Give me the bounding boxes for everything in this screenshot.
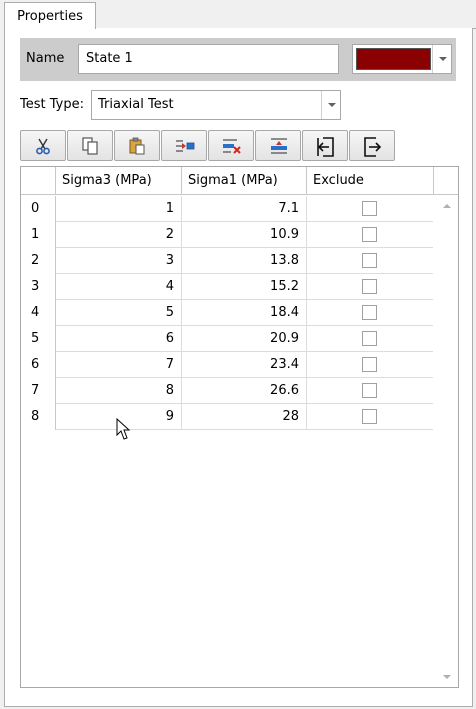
exclude-cell <box>307 274 433 300</box>
test-type-value: Triaxial Test <box>98 97 174 112</box>
exclude-cell <box>307 378 433 404</box>
sigma1-cell[interactable]: 7.1 <box>182 196 307 222</box>
scroll-down-icon[interactable] <box>443 675 451 679</box>
exclude-checkbox[interactable] <box>362 227 377 242</box>
table-row[interactable]: 1 2 10.9 <box>21 222 433 248</box>
row-header[interactable]: 2 <box>21 248 56 274</box>
table-row[interactable]: 3 4 15.2 <box>21 274 433 300</box>
color-picker-dropdown[interactable] <box>352 44 452 74</box>
copy-button[interactable] <box>67 130 113 161</box>
paste-icon <box>129 137 145 155</box>
scroll-up-icon[interactable] <box>443 204 451 208</box>
exclude-checkbox[interactable] <box>362 331 377 346</box>
sigma1-cell[interactable]: 28 <box>182 404 307 430</box>
vertical-scrollbar[interactable] <box>436 196 458 687</box>
row-header[interactable]: 0 <box>21 196 56 222</box>
delete-row-icon <box>223 139 241 154</box>
export-button[interactable] <box>349 130 395 161</box>
sigma3-cell[interactable]: 1 <box>56 196 182 222</box>
add-row-button[interactable] <box>255 130 301 161</box>
add-row-icon <box>271 138 287 154</box>
table-row[interactable]: 4 5 18.4 <box>21 300 433 326</box>
row-header[interactable]: 7 <box>21 378 56 404</box>
test-type-label: Test Type: <box>20 97 84 112</box>
copy-icon <box>82 137 98 155</box>
exclude-cell <box>307 248 433 274</box>
sigma3-cell[interactable]: 3 <box>56 248 182 274</box>
paste-button[interactable] <box>114 130 160 161</box>
chevron-down-icon[interactable] <box>432 45 451 73</box>
name-row: Name State 1 <box>20 38 456 81</box>
sigma3-cell[interactable]: 4 <box>56 274 182 300</box>
exclude-checkbox[interactable] <box>362 383 377 398</box>
mouse-cursor-icon <box>116 418 131 440</box>
sigma3-cell[interactable]: 5 <box>56 300 182 326</box>
exclude-cell <box>307 404 433 430</box>
tab-properties[interactable]: Properties <box>4 2 96 29</box>
sigma3-cell[interactable]: 2 <box>56 222 182 248</box>
table-row[interactable]: 8 9 28 <box>21 404 433 430</box>
exclude-checkbox[interactable] <box>362 253 377 268</box>
properties-panel: Name State 1 Test Type: Triaxial Test Si… <box>4 28 473 707</box>
import-icon <box>317 137 334 157</box>
insert-row-icon <box>176 140 195 152</box>
sigma1-cell[interactable]: 18.4 <box>182 300 307 326</box>
row-header[interactable]: 4 <box>21 300 56 326</box>
exclude-checkbox[interactable] <box>362 357 377 372</box>
name-label: Name <box>26 51 65 66</box>
row-header[interactable]: 8 <box>21 404 56 430</box>
exclude-checkbox[interactable] <box>362 305 377 320</box>
import-button[interactable] <box>302 130 348 161</box>
sigma1-cell[interactable]: 15.2 <box>182 274 307 300</box>
column-header-sigma1[interactable]: Sigma1 (MPa) <box>182 167 307 195</box>
properties-window: Properties Name State 1 Test Type: Triax… <box>0 0 476 709</box>
table-row[interactable]: 6 7 23.4 <box>21 352 433 378</box>
exclude-cell <box>307 222 433 248</box>
table-row[interactable]: 2 3 13.8 <box>21 248 433 274</box>
data-grid: Sigma3 (MPa) Sigma1 (MPa) Exclude 0 1 7.1 1… <box>20 166 459 688</box>
exclude-cell <box>307 196 433 222</box>
column-header-exclude[interactable]: Exclude <box>307 167 434 195</box>
sigma3-cell[interactable]: 6 <box>56 326 182 352</box>
table-row[interactable]: 5 6 20.9 <box>21 326 433 352</box>
sigma3-cell[interactable]: 7 <box>56 352 182 378</box>
row-header-corner <box>21 167 56 195</box>
color-swatch <box>356 48 431 70</box>
export-icon <box>364 137 382 157</box>
sigma1-cell[interactable]: 26.6 <box>182 378 307 404</box>
delete-row-button[interactable] <box>208 130 254 161</box>
sigma1-cell[interactable]: 23.4 <box>182 352 307 378</box>
sigma1-cell[interactable]: 20.9 <box>182 326 307 352</box>
exclude-cell <box>307 300 433 326</box>
exclude-checkbox[interactable] <box>362 409 377 424</box>
sigma3-cell[interactable]: 8 <box>56 378 182 404</box>
insert-row-button[interactable] <box>161 130 207 161</box>
sigma1-cell[interactable]: 10.9 <box>182 222 307 248</box>
cut-icon <box>36 138 50 155</box>
table-row[interactable]: 0 1 7.1 <box>21 196 433 222</box>
row-header[interactable]: 5 <box>21 326 56 352</box>
cut-button[interactable] <box>20 130 66 161</box>
test-type-select[interactable]: Triaxial Test <box>91 90 341 120</box>
row-header[interactable]: 6 <box>21 352 56 378</box>
table-row[interactable]: 7 8 26.6 <box>21 378 433 404</box>
exclude-cell <box>307 326 433 352</box>
name-input[interactable]: State 1 <box>78 44 339 74</box>
exclude-checkbox[interactable] <box>362 201 377 216</box>
exclude-checkbox[interactable] <box>362 279 377 294</box>
exclude-cell <box>307 352 433 378</box>
column-header-sigma3[interactable]: Sigma3 (MPa) <box>56 167 182 195</box>
sigma1-cell[interactable]: 13.8 <box>182 248 307 274</box>
chevron-down-icon[interactable] <box>321 91 340 119</box>
header-filler <box>434 167 458 195</box>
row-header[interactable]: 1 <box>21 222 56 248</box>
row-header[interactable]: 3 <box>21 274 56 300</box>
